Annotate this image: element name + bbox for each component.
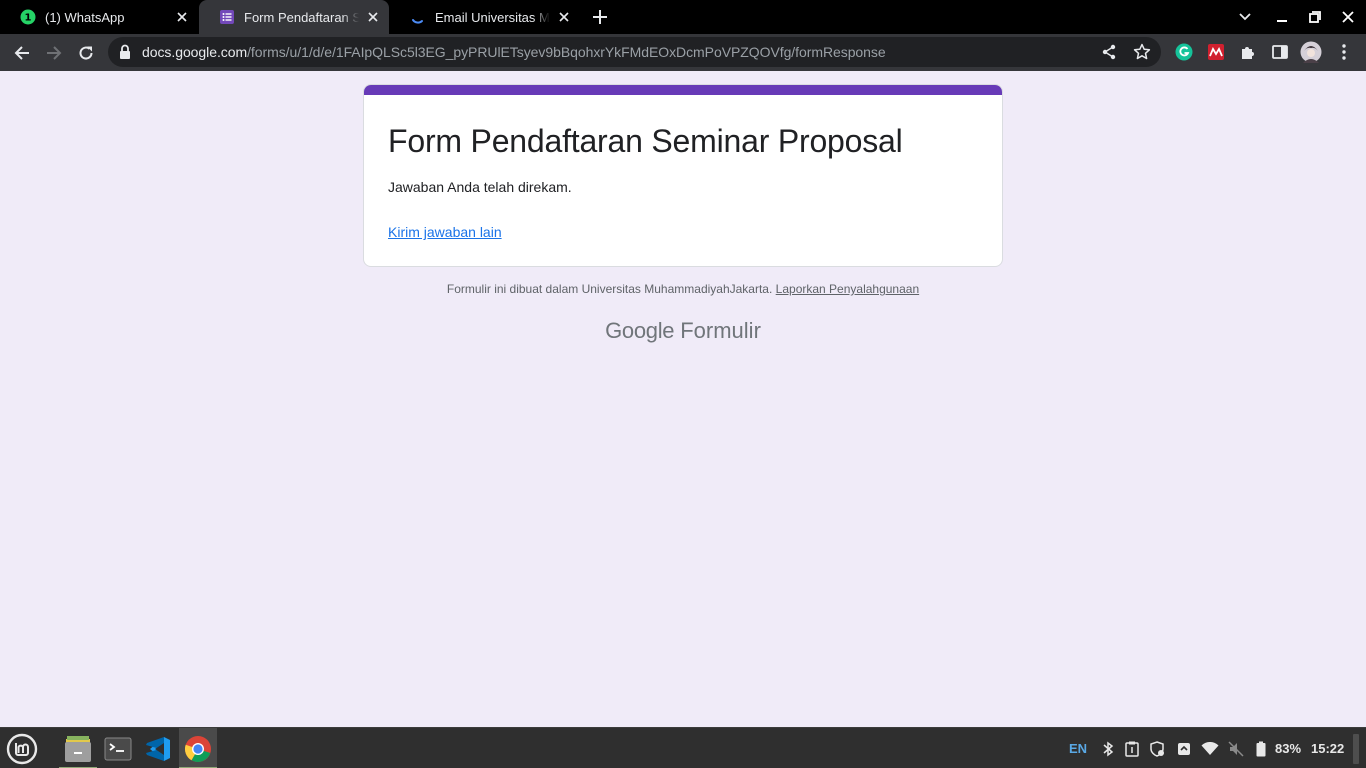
taskbar-vscode-app[interactable] — [139, 728, 177, 768]
confirmation-card: Form Pendaftaran Seminar Proposal Jawaba… — [363, 84, 1003, 267]
system-taskbar: EN 83% 15:22 — [0, 727, 1366, 768]
tab-form-pendaftaran[interactable]: Form Pendaftaran Seminar Proposal — [199, 0, 389, 34]
reload-icon — [79, 46, 93, 60]
more-vertical-icon — [1342, 44, 1346, 60]
profile-avatar[interactable] — [1300, 41, 1322, 63]
restore-icon — [1309, 11, 1321, 23]
form-footer: Formulir ini dibuat dalam Universitas Mu… — [0, 282, 1366, 296]
bluetooth-icon[interactable] — [1102, 728, 1114, 768]
close-tab-icon[interactable] — [172, 7, 192, 27]
arrow-left-icon — [14, 46, 29, 60]
chrome-menu-button[interactable] — [1333, 41, 1355, 63]
confirmation-message: Jawaban Anda telah direkam. — [388, 179, 572, 195]
forward-button[interactable] — [40, 39, 68, 67]
tab-title: (1) WhatsApp — [45, 9, 125, 25]
submit-another-response-link[interactable]: Kirim jawaban lain — [388, 224, 502, 240]
browser-tab-strip: 1 (1) WhatsApp Form Pendaftaran Seminar … — [0, 0, 1366, 34]
close-window-button[interactable] — [1336, 5, 1360, 29]
form-accent-bar — [364, 85, 1002, 95]
google-forms-logo[interactable]: Google Formulir — [0, 318, 1366, 344]
taskbar-chrome-app[interactable] — [179, 728, 217, 768]
volume-muted-icon[interactable] — [1228, 728, 1244, 768]
puzzle-icon[interactable] — [1237, 41, 1259, 63]
tab-search-button[interactable] — [1233, 5, 1257, 29]
close-tab-icon[interactable] — [363, 7, 383, 27]
tab-title: Form Pendaftaran Seminar Proposal — [244, 9, 359, 25]
report-abuse-link[interactable]: Laporkan Penyalahgunaan — [776, 282, 919, 296]
url-path: /forms/u/1/d/e/1FAIpQLSc5l3EG_pyPRUlETsy… — [247, 44, 886, 60]
terminal-icon — [104, 737, 132, 760]
side-panel-icon[interactable] — [1269, 41, 1291, 63]
restore-button[interactable] — [1303, 5, 1327, 29]
red-extension-icon[interactable] — [1205, 41, 1227, 63]
browser-toolbar: docs.google.com/forms/u/1/d/e/1FAIpQLSc5… — [0, 34, 1366, 71]
security-shield-icon[interactable] — [1149, 728, 1165, 768]
bookmark-star-icon[interactable] — [1133, 43, 1151, 61]
wifi-icon[interactable] — [1201, 728, 1219, 768]
footer-disclaimer: Formulir ini dibuat dalam Universitas Mu… — [446, 282, 773, 296]
back-button[interactable] — [8, 39, 36, 67]
whatsapp-badge: 1 — [25, 13, 32, 24]
mint-menu-button[interactable] — [3, 728, 41, 768]
files-icon — [65, 735, 91, 762]
chevron-down-icon — [1239, 13, 1251, 21]
minimize-icon — [1277, 20, 1287, 22]
url-host: docs.google.com — [142, 44, 248, 60]
linux-mint-icon — [6, 733, 38, 764]
battery-percentage: 83% — [1275, 741, 1302, 756]
google-forms-icon — [219, 9, 235, 25]
show-desktop-button[interactable] — [1353, 728, 1359, 768]
close-tab-icon[interactable] — [554, 7, 574, 27]
vscode-icon — [146, 736, 170, 761]
update-manager-icon[interactable] — [1177, 728, 1191, 768]
tab-email-umj[interactable]: Email Universitas Muhammadiyah Jakarta — [390, 0, 580, 34]
plus-icon — [593, 10, 607, 24]
arrow-right-icon — [47, 46, 62, 60]
clipboard-icon[interactable] — [1125, 728, 1139, 768]
minimize-button[interactable] — [1270, 5, 1294, 29]
loading-spinner-icon — [410, 9, 426, 25]
brand-google: Google — [605, 318, 675, 343]
brand-forms: Formulir — [680, 318, 761, 343]
close-icon — [1342, 11, 1354, 23]
new-tab-button[interactable] — [588, 5, 612, 29]
chrome-icon — [184, 735, 211, 762]
tab-whatsapp[interactable]: 1 (1) WhatsApp — [0, 0, 198, 34]
whatsapp-icon: 1 — [20, 9, 36, 25]
lock-icon[interactable] — [118, 44, 134, 60]
grammarly-icon[interactable] — [1173, 41, 1195, 63]
keyboard-layout-indicator[interactable]: EN — [1069, 728, 1087, 768]
address-bar[interactable]: docs.google.com/forms/u/1/d/e/1FAIpQLSc5… — [108, 37, 1161, 67]
battery-icon[interactable] — [1256, 728, 1266, 768]
taskbar-terminal-app[interactable] — [99, 728, 137, 768]
form-title: Form Pendaftaran Seminar Proposal — [388, 123, 903, 159]
reload-button[interactable] — [72, 39, 100, 67]
tab-title: Email Universitas Muhammadiyah Jakarta — [435, 9, 550, 25]
taskbar-files-app[interactable] — [59, 728, 97, 768]
url-text: docs.google.com/forms/u/1/d/e/1FAIpQLSc5… — [142, 44, 886, 60]
share-icon[interactable] — [1101, 44, 1117, 60]
clock[interactable]: 15:22 — [1311, 728, 1344, 768]
